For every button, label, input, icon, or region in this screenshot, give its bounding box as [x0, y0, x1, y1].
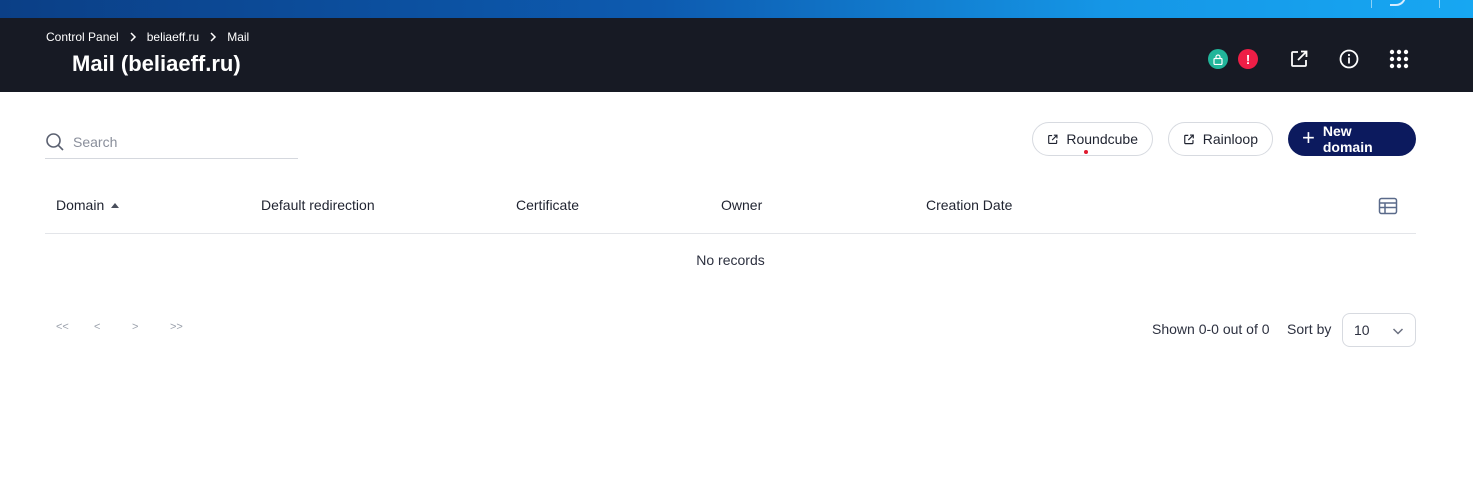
empty-state-text: No records — [696, 252, 765, 268]
pagination-controls: << < > >> — [56, 321, 208, 333]
column-label: Default redirection — [261, 197, 375, 213]
sort-by-label: Sort by — [1287, 321, 1332, 337]
table-header: Domain Default redirection Certificate O… — [45, 182, 1416, 234]
chevron-right-icon — [209, 32, 217, 42]
column-header-certificate[interactable]: Certificate — [516, 197, 579, 213]
column-header-creation-date[interactable]: Creation Date — [926, 197, 1012, 213]
column-header-default-redirection[interactable]: Default redirection — [261, 197, 375, 213]
table-settings-icon[interactable] — [1378, 197, 1398, 215]
first-page-button[interactable]: << — [56, 321, 94, 333]
top-gradient-strip — [0, 0, 1473, 18]
prev-page-button[interactable]: < — [94, 321, 132, 333]
breadcrumb-control-panel[interactable]: Control Panel — [46, 30, 119, 44]
apps-grid-icon[interactable] — [1388, 48, 1410, 70]
page-title: Mail (beliaeff.ru) — [72, 51, 241, 76]
external-link-icon[interactable] — [1288, 48, 1310, 70]
column-label: Creation Date — [926, 197, 1013, 213]
column-header-owner[interactable]: Owner — [721, 197, 762, 213]
plus-icon: + — [1302, 125, 1315, 150]
loading-icon — [1390, 0, 1406, 6]
last-page-button[interactable]: >> — [170, 321, 208, 333]
alert-icon[interactable]: ! — [1238, 49, 1258, 69]
new-domain-label: New domain — [1322, 123, 1373, 155]
strip-divider — [1439, 0, 1440, 8]
rainloop-label: Rainloop — [1202, 131, 1258, 147]
lock-status-icon[interactable] — [1208, 49, 1228, 69]
column-header-domain[interactable]: Domain — [56, 197, 120, 213]
breadcrumb-domain[interactable]: beliaeff.ru — [147, 30, 199, 44]
breadcrumb-mail: Mail — [227, 30, 250, 44]
breadcrumb: Control Panel beliaeff.ru Mail — [46, 30, 249, 44]
column-label: Owner — [721, 197, 763, 213]
rainloop-button[interactable]: Rainloop — [1168, 122, 1273, 156]
column-label: Certificate — [516, 197, 580, 213]
external-link-icon — [1048, 134, 1058, 144]
page-header: Control Panel beliaeff.ru Mail Mail (bel… — [0, 18, 1473, 92]
search-input[interactable] — [73, 133, 273, 150]
external-link-icon — [1184, 134, 1194, 144]
column-label: Domain — [56, 197, 105, 213]
strip-divider — [1371, 0, 1372, 8]
page-size-value: 10 — [1354, 322, 1370, 338]
chevron-down-icon — [1392, 324, 1404, 340]
sort-ascending-icon — [111, 202, 120, 208]
info-icon[interactable] — [1338, 48, 1360, 70]
notification-dot — [1084, 150, 1088, 154]
roundcube-label: Roundcube — [1066, 131, 1138, 147]
next-page-button[interactable]: > — [132, 321, 170, 333]
roundcube-button[interactable]: Roundcube — [1032, 122, 1153, 156]
new-domain-button[interactable]: + New domain — [1288, 122, 1416, 156]
header-toolbar: ! — [1208, 48, 1418, 70]
records-count: Shown 0-0 out of 0 — [1152, 321, 1270, 337]
search-box — [45, 125, 298, 159]
chevron-right-icon — [129, 32, 137, 42]
page-size-select[interactable]: 10 — [1342, 313, 1416, 347]
search-icon — [45, 132, 65, 152]
